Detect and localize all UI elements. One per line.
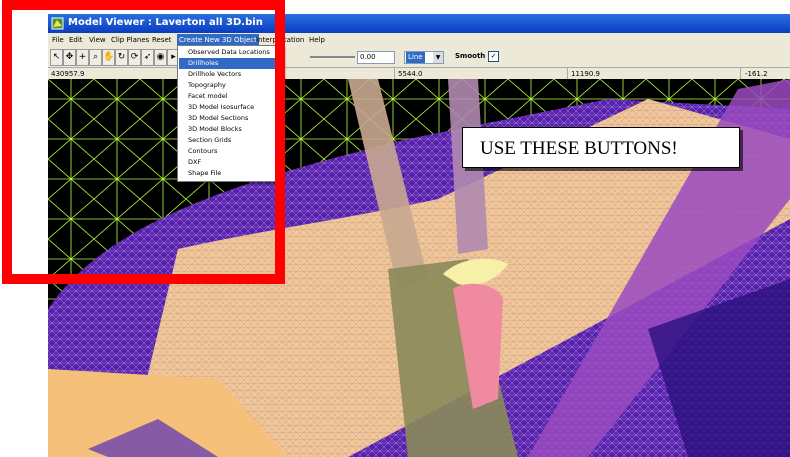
render-mode-value: Line [406, 52, 425, 63]
coord-w: -161.2 [745, 70, 768, 78]
smooth-checkbox[interactable]: ✓ [488, 51, 499, 62]
render-mode-select[interactable]: Line ▼ [404, 51, 444, 64]
chevron-down-icon[interactable]: ▼ [433, 52, 443, 63]
value-input[interactable]: 0.00 [357, 51, 395, 64]
smooth-label: Smooth [455, 52, 486, 60]
annotation-callout: USE THESE BUTTONS! [462, 127, 740, 168]
coord-z: 11190.9 [571, 70, 600, 78]
opacity-slider[interactable] [310, 56, 355, 58]
coord-y: 5544.0 [398, 70, 423, 78]
menu-help[interactable]: Help [307, 34, 327, 46]
highlight-box [2, 0, 285, 284]
